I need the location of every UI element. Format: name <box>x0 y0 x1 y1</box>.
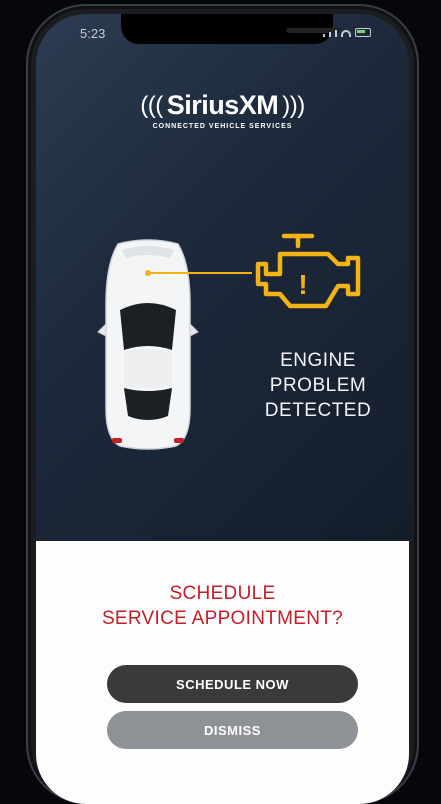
exclamation-icon: ! <box>298 269 307 300</box>
phone-frame: 5:23 ((( SiriusXM ))) CONNECTED VEHICLE … <box>26 4 419 804</box>
check-engine-icon <box>255 233 361 309</box>
prompt-line: SERVICE APPOINTMENT? <box>101 608 344 629</box>
alert-panel: 5:23 ((( SiriusXM ))) CONNECTED VEHICLE … <box>36 14 409 541</box>
alert-line: ENGINE <box>280 350 356 371</box>
schedule-now-button[interactable]: SCHEDULE NOW <box>107 665 358 703</box>
dismiss-button[interactable]: DISMISS <box>107 711 358 749</box>
alert-line: DETECTED <box>264 400 372 421</box>
phone-screen: 5:23 ((( SiriusXM ))) CONNECTED VEHICLE … <box>36 14 409 804</box>
engine-alert-text: ENGINE PROBLEM DETECTED <box>248 348 388 423</box>
alert-line: PROBLEM <box>269 375 367 396</box>
schedule-prompt: SCHEDULE SERVICE APPOINTMENT? <box>36 581 409 631</box>
car-illustration: ! <box>97 233 361 450</box>
action-panel: SCHEDULE SERVICE APPOINTMENT? SCHEDULE N… <box>36 541 409 804</box>
prompt-line: SCHEDULE <box>169 583 276 604</box>
